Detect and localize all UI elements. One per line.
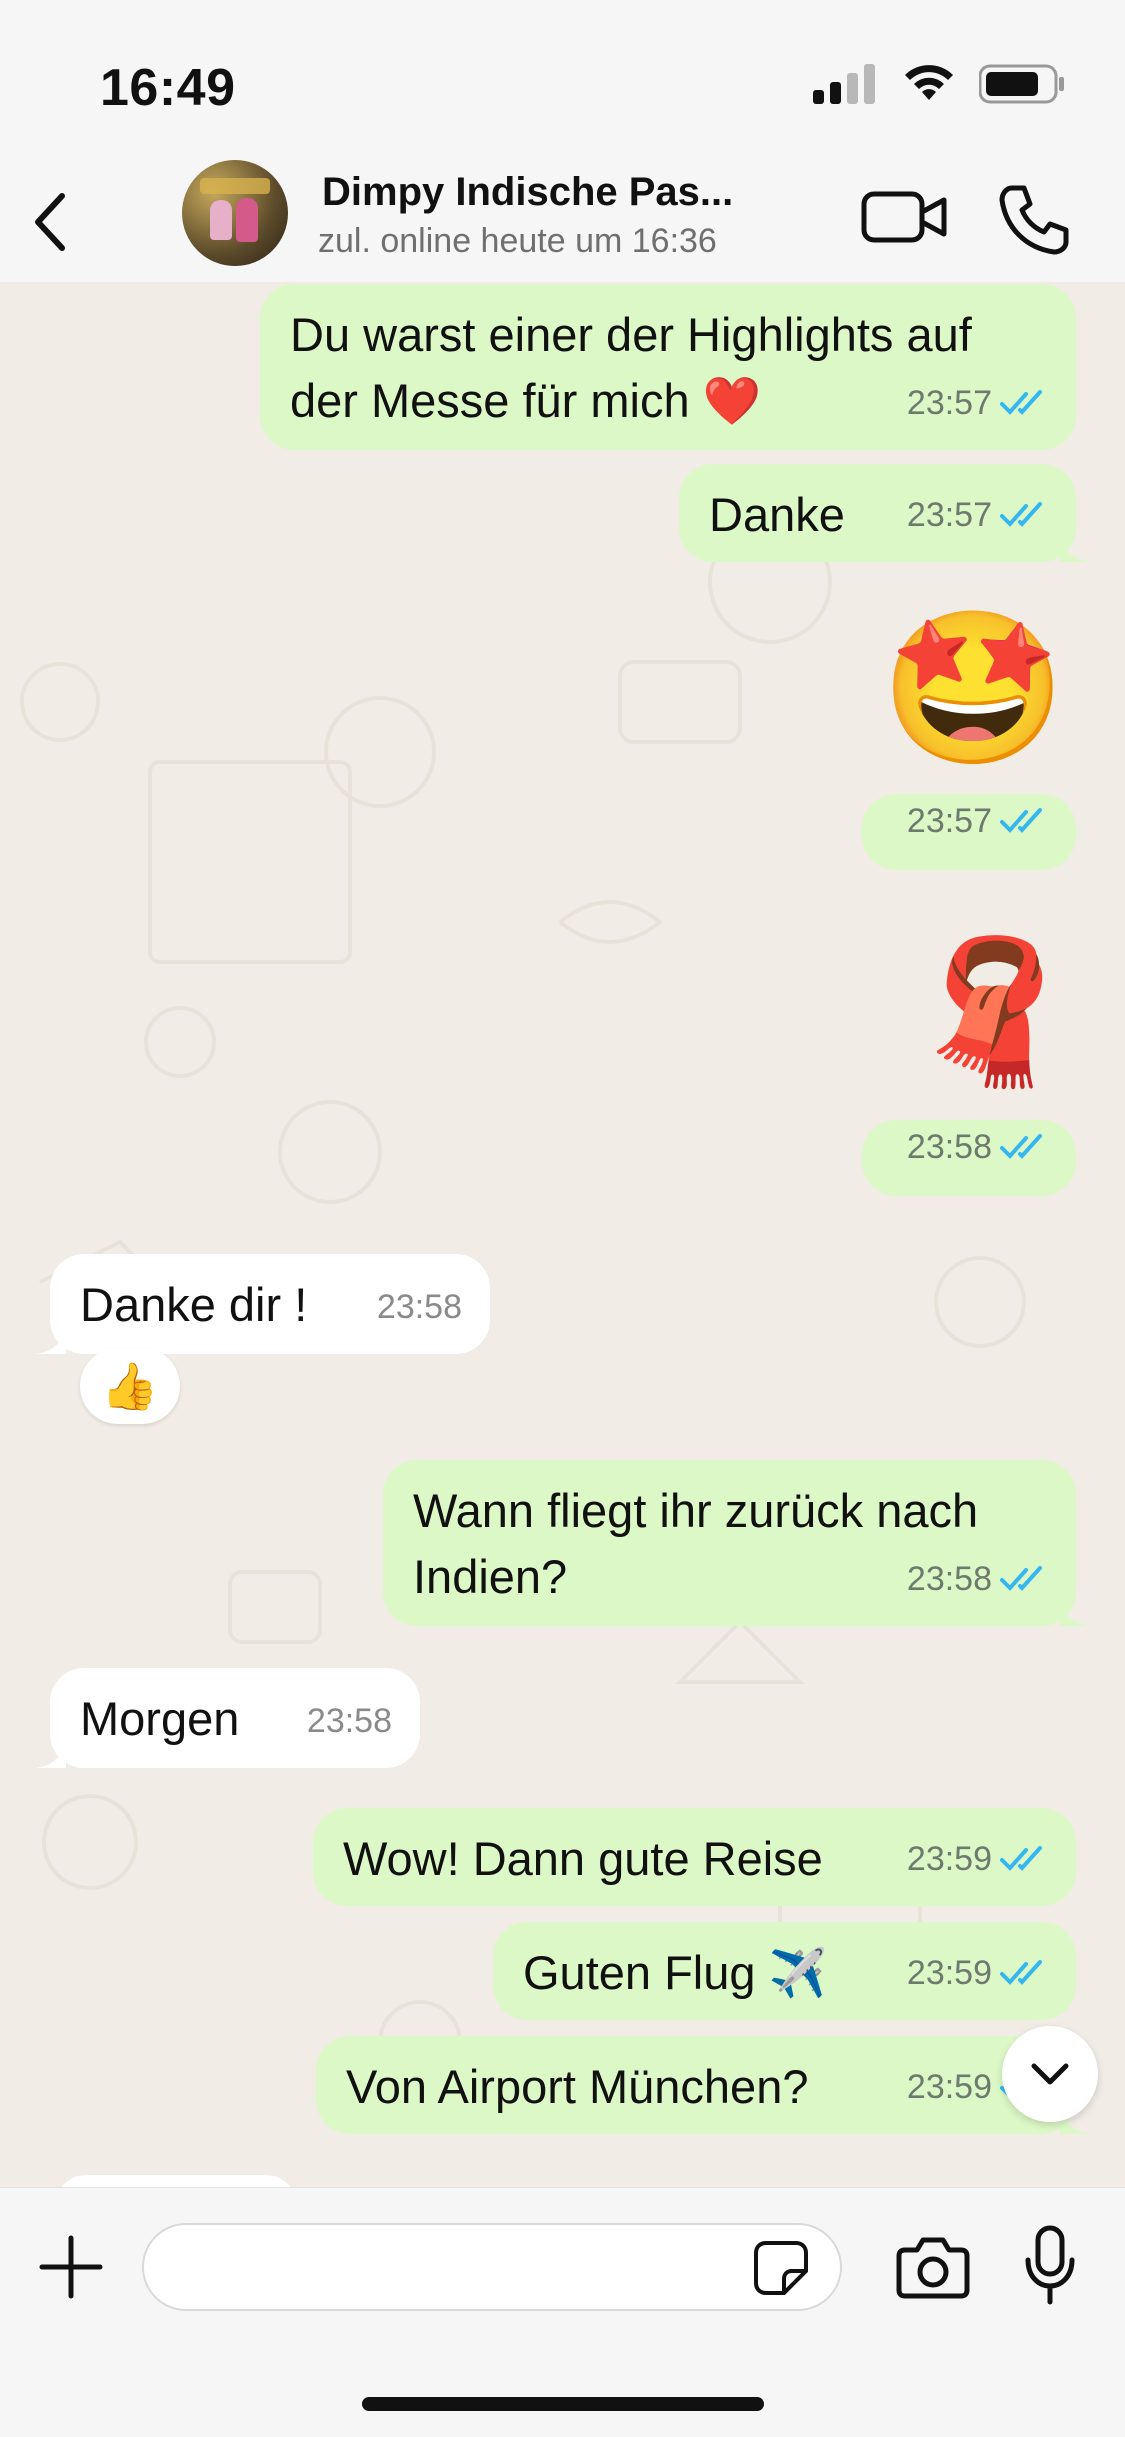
sticker-emoji-star-struck[interactable]: 🤩 <box>880 598 1067 778</box>
wifi-icon <box>905 65 953 100</box>
message-input-wrapper[interactable] <box>142 2223 842 2311</box>
outgoing-message[interactable]: Du warst einer der Highlights auf der Me… <box>260 284 1076 450</box>
read-receipt-icon <box>1000 1846 1042 1871</box>
message-time: 23:58 <box>906 1128 992 1166</box>
home-indicator <box>362 2397 764 2411</box>
outgoing-message[interactable]: Wow! Dann gute Reise 23:59 <box>313 1808 1076 1906</box>
read-receipt-icon <box>1000 1134 1042 1159</box>
message-meta: 23:57 <box>907 370 1048 436</box>
microphone-icon[interactable] <box>1020 2224 1080 2308</box>
message-meta: 23:59 <box>907 1940 1048 2006</box>
incoming-message-partial <box>56 2175 296 2187</box>
message-meta: 23:57 <box>907 788 1048 854</box>
scroll-to-bottom-button[interactable] <box>1002 2026 1098 2122</box>
message-time: 23:59 <box>906 1840 992 1878</box>
message-meta: 23:59 <box>907 1826 1048 1892</box>
status-icons <box>813 64 1065 104</box>
outgoing-message[interactable]: Wann fliegt ihr zurück nach Indien? 23:5… <box>383 1460 1090 1626</box>
message-time: 23:58 <box>906 1560 992 1598</box>
status-bar: 16:49 <box>0 0 1125 160</box>
incoming-message[interactable]: Morgen 23:58 <box>36 1668 420 1768</box>
cellular-signal-icon <box>813 64 875 104</box>
message-input[interactable] <box>170 2235 734 2301</box>
message-text: Danke dir ! <box>80 1278 308 1331</box>
message-time: 23:59 <box>906 2068 992 2106</box>
message-text: Morgen <box>80 1692 240 1745</box>
message-text: Von Airport München? <box>346 2060 809 2113</box>
contact-name[interactable]: Dimpy Indische Pas... <box>322 170 733 215</box>
outgoing-message[interactable]: Danke 23:57 <box>679 464 1090 562</box>
status-time: 16:49 <box>100 59 236 117</box>
read-receipt-icon <box>1000 502 1042 527</box>
attach-plus-icon[interactable] <box>36 2232 106 2302</box>
message-text: Danke <box>709 488 845 541</box>
sticker-icon[interactable] <box>752 2239 810 2297</box>
message-time: 23:58 <box>376 1288 462 1326</box>
sticker-emoji-scarf[interactable]: 🧣 <box>905 922 1079 1102</box>
read-receipt-icon <box>1000 1960 1042 1985</box>
back-button[interactable] <box>18 182 88 262</box>
message-meta: 23:57 <box>907 482 1048 548</box>
message-composer <box>0 2187 1125 2437</box>
message-time: 23:57 <box>906 496 992 534</box>
message-time: 23:58 <box>306 1702 392 1740</box>
outgoing-message[interactable]: Guten Flug ✈️ 23:59 <box>493 1922 1076 2020</box>
chat-messages-area[interactable]: Du warst einer der Highlights auf der Me… <box>0 282 1125 2187</box>
chevron-down-icon <box>1031 2063 1069 2085</box>
message-text: Wow! Dann gute Reise <box>343 1832 823 1885</box>
message-time: 23:57 <box>906 802 992 840</box>
contact-last-seen: zul. online heute um 16:36 <box>318 222 717 260</box>
camera-icon[interactable] <box>895 2232 971 2302</box>
read-receipt-icon <box>1000 808 1042 833</box>
chat-header: Dimpy Indische Pas... zul. online heute … <box>0 160 1125 283</box>
read-receipt-icon <box>1000 1566 1042 1591</box>
outgoing-message-meta-bubble[interactable]: 23:58 <box>862 1120 1076 1196</box>
message-meta: 23:58 <box>377 1274 462 1340</box>
incoming-message[interactable]: Danke dir ! 23:58 <box>36 1254 490 1354</box>
message-meta: 23:58 <box>907 1546 1048 1612</box>
message-meta: 23:58 <box>907 1114 1048 1180</box>
phone-call-icon[interactable] <box>996 182 1072 258</box>
read-receipt-icon <box>1000 390 1042 415</box>
battery-icon <box>979 64 1064 104</box>
video-call-icon[interactable] <box>860 182 948 252</box>
contact-avatar[interactable] <box>182 160 288 266</box>
outgoing-message-meta-bubble[interactable]: 23:57 <box>862 794 1076 870</box>
message-reaction[interactable]: 👍 <box>80 1348 180 1424</box>
message-meta: 23:58 <box>307 1688 392 1754</box>
message-time: 23:57 <box>906 384 992 422</box>
message-time: 23:59 <box>906 1954 992 1992</box>
message-text: Guten Flug ✈️ <box>523 1946 828 1999</box>
outgoing-message[interactable]: Von Airport München? 23:59 <box>316 2036 1090 2134</box>
